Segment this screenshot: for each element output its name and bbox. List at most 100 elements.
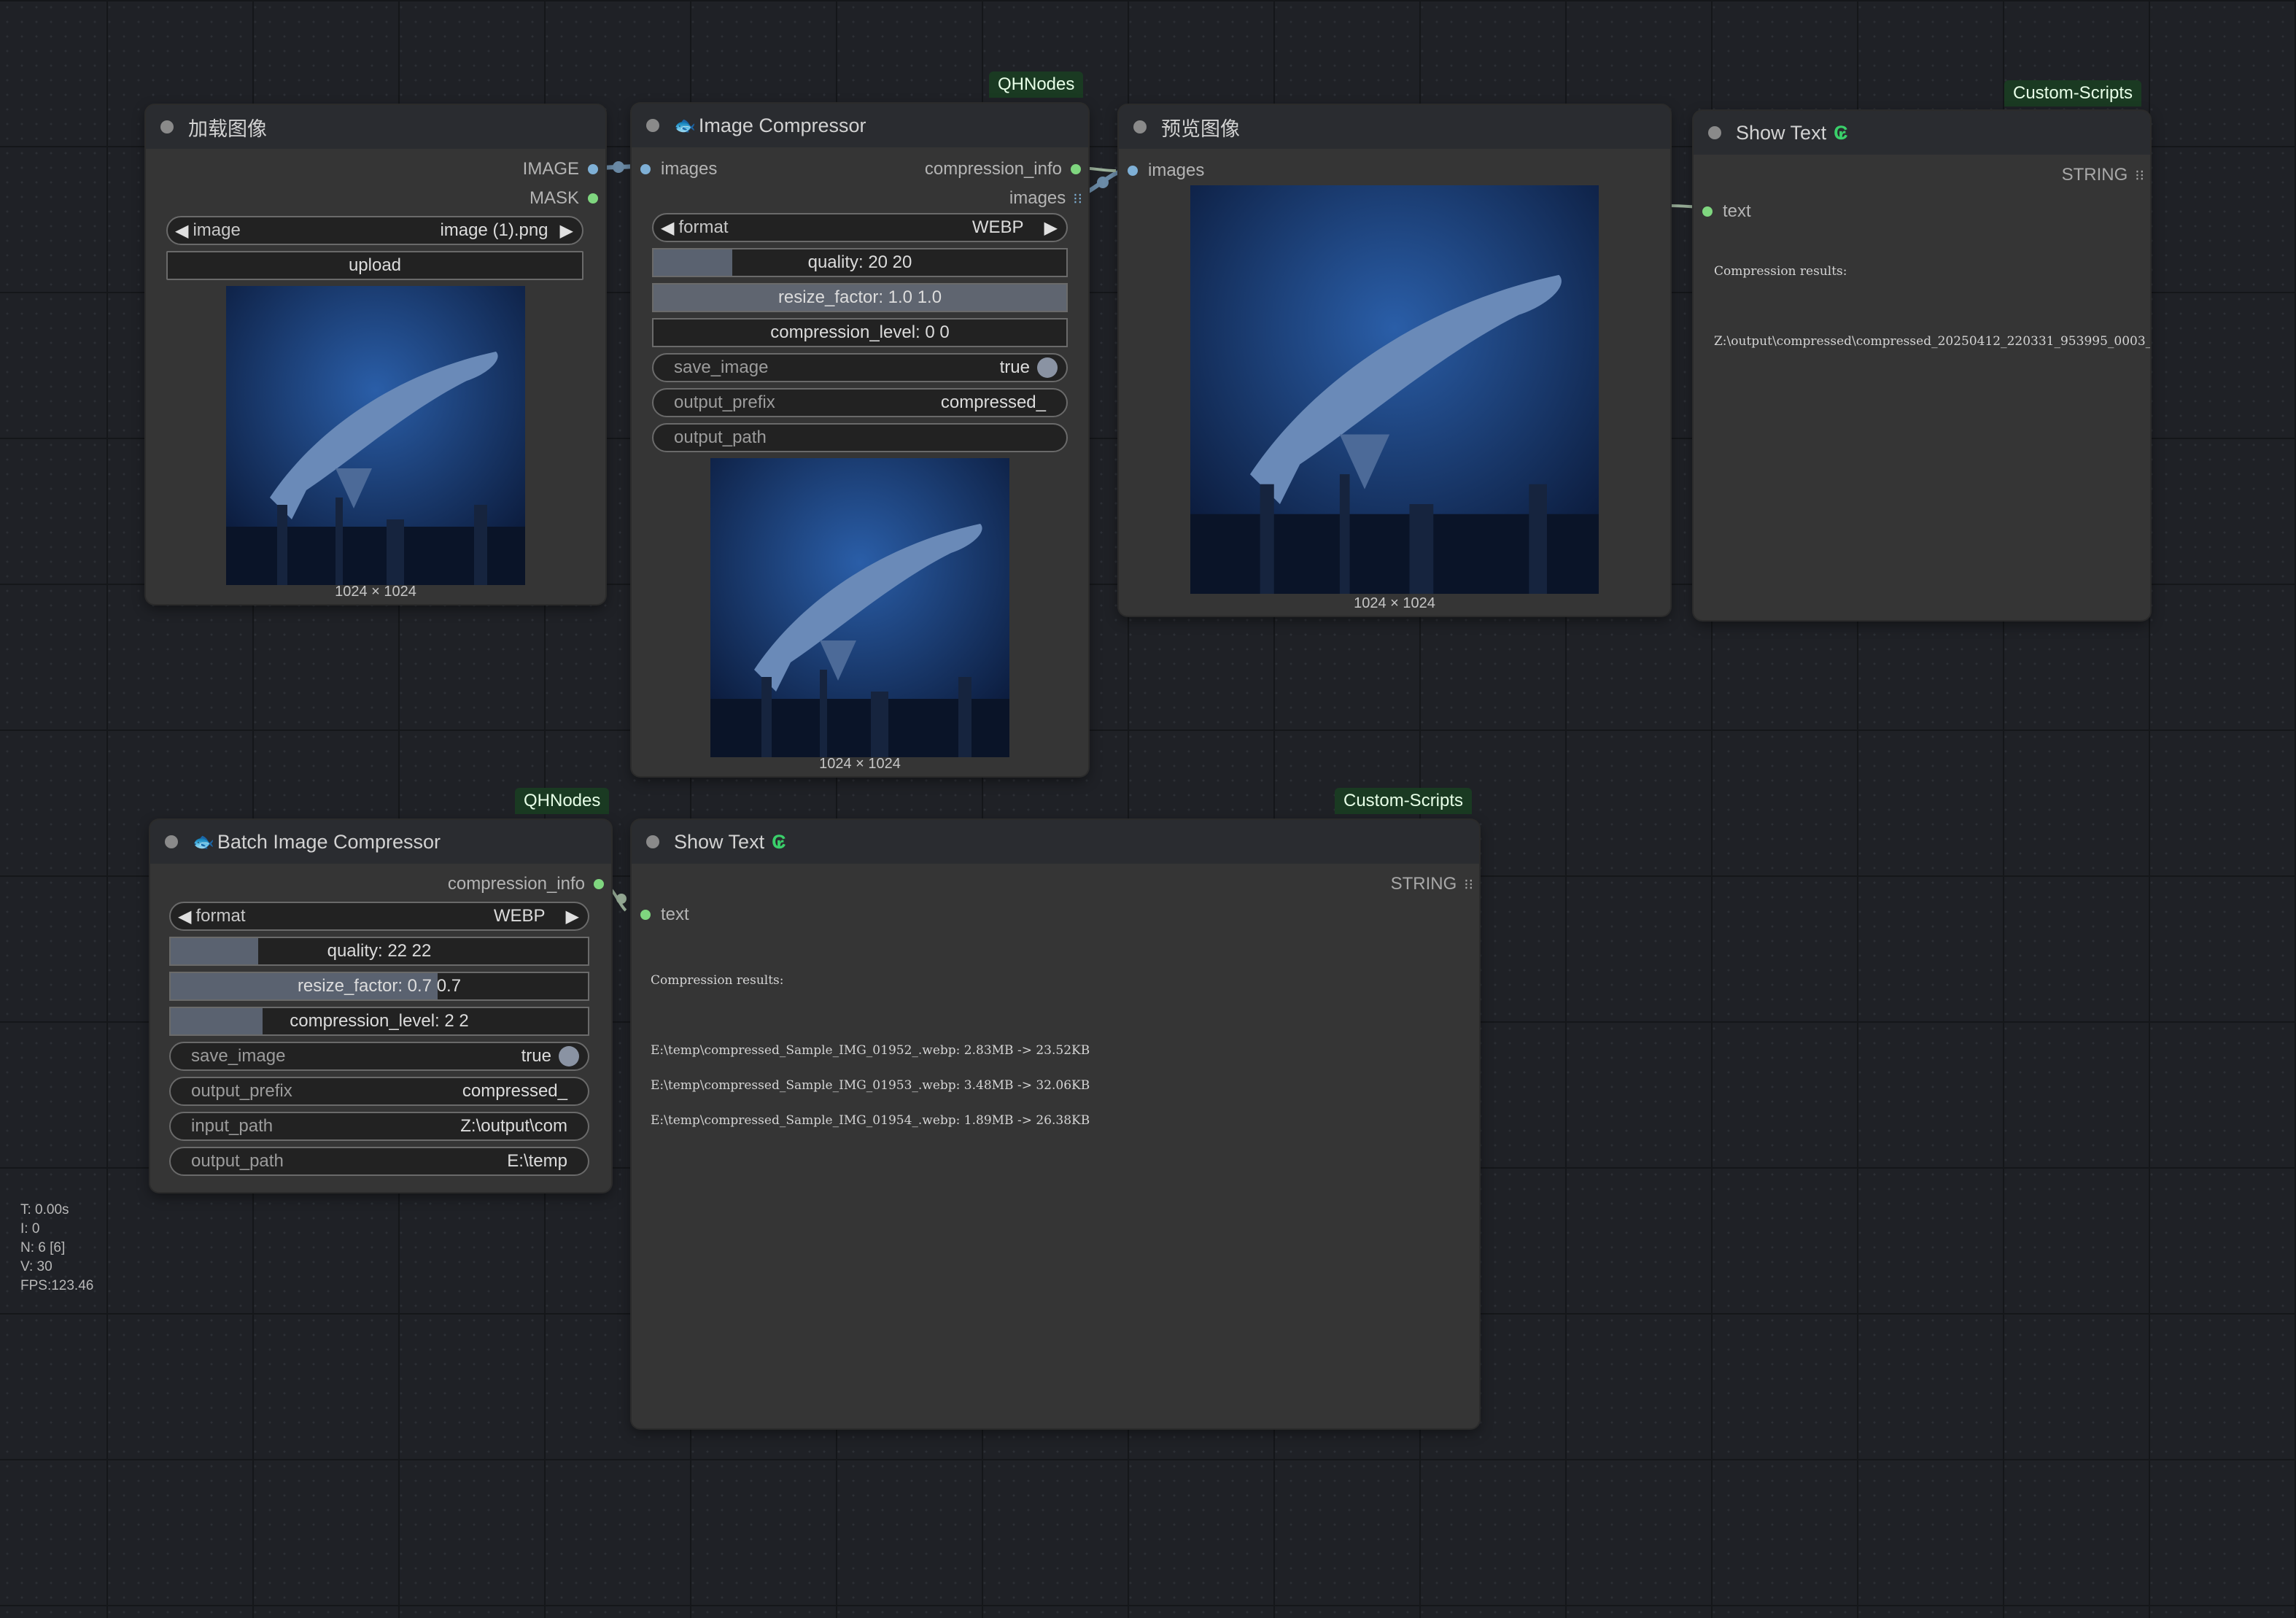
link-midpoint (613, 161, 624, 173)
input-path-field[interactable]: input_path Z:\output\com (169, 1112, 589, 1141)
format-combo[interactable]: ◀ format WEBP ▶ (169, 902, 589, 931)
whale-image-preview (226, 286, 525, 585)
output-prefix-field[interactable]: output_prefix compressed_ (652, 388, 1068, 417)
collapse-dot[interactable] (646, 835, 659, 848)
output-slot-string[interactable]: STRING ⁝⁝ (1391, 874, 1473, 894)
node-title-bar[interactable]: 加载图像 (146, 105, 605, 149)
show-text-node-2[interactable]: Show Text ₢ STRING ⁝⁝ text Compression r… (632, 820, 1479, 1428)
field-label: output_prefix (191, 1081, 292, 1101)
toggle-knob-icon[interactable] (559, 1046, 579, 1067)
stat-v: V: 30 (20, 1259, 53, 1274)
whale-image-preview (1190, 185, 1599, 594)
output-path-field[interactable]: output_path (652, 423, 1068, 452)
collapse-dot[interactable] (160, 120, 174, 133)
preview-image-node[interactable]: 预览图像 images 1024 × 1024 (1119, 105, 1670, 616)
resize-factor-slider[interactable]: resize_factor: 0.7 0.7 (169, 972, 589, 1001)
collapse-dot[interactable] (1133, 120, 1147, 133)
custom-scripts-icon: ₢ (772, 830, 786, 853)
node-body (1694, 155, 2150, 620)
image-dimensions: 1024 × 1024 (335, 584, 416, 600)
image-compressor-node[interactable]: 🐟 Image Compressor images compression_in… (632, 104, 1088, 776)
collapse-dot[interactable] (646, 119, 659, 132)
compression-level-slider[interactable]: compression_level: 2 2 (169, 1007, 589, 1036)
node-title-bar[interactable]: Show Text ₢ (1694, 111, 2150, 155)
batch-image-compressor-node[interactable]: 🐟 Batch Image Compressor compression_inf… (150, 820, 611, 1192)
toggle-value: true (521, 1046, 551, 1066)
text-output-line: E:\temp\compressed_Sample_IMG_01953_.web… (651, 1078, 1090, 1093)
arrow-right-icon[interactable]: ▶ (560, 220, 573, 241)
slot-dot-icon[interactable] (588, 164, 598, 174)
output-slot-image[interactable]: IMAGE (523, 159, 598, 179)
input-slot-images[interactable]: images (1128, 160, 1204, 181)
collapse-dot[interactable] (165, 835, 178, 848)
slot-dot-icon[interactable] (588, 193, 598, 204)
upload-button[interactable]: upload (166, 251, 583, 280)
slot-dot-icon[interactable] (640, 910, 651, 920)
node-title: Show Text (1736, 121, 1827, 144)
save-image-toggle[interactable]: save_image true (169, 1042, 589, 1071)
save-image-toggle[interactable]: save_image true (652, 353, 1068, 382)
slot-dot-icon[interactable] (1702, 206, 1713, 217)
slider-label: compression_level: 0 0 (770, 322, 950, 342)
whale-image (710, 458, 1009, 757)
slot-dot-icon[interactable] (1128, 166, 1138, 176)
arrow-left-icon[interactable]: ◀ (661, 217, 674, 239)
grid-icon[interactable]: ⁝⁝ (1073, 190, 1082, 208)
input-slot-text[interactable]: text (1702, 201, 1751, 222)
grid-icon[interactable]: ⁝⁝ (2135, 166, 2144, 185)
output-slot-compression-info[interactable]: compression_info (925, 159, 1081, 179)
slot-label: images (1148, 160, 1205, 180)
slot-label: MASK (529, 188, 579, 208)
output-slot-string[interactable]: STRING ⁝⁝ (2062, 165, 2144, 185)
arrow-left-icon[interactable]: ◀ (175, 220, 188, 241)
custom-scripts-icon: ₢ (1834, 121, 1848, 144)
output-path-field[interactable]: output_path E:\temp (169, 1147, 589, 1176)
arrow-left-icon[interactable]: ◀ (178, 906, 191, 927)
node-title-bar[interactable]: 🐟 Batch Image Compressor (150, 820, 611, 864)
toggle-label: save_image (191, 1046, 286, 1066)
slider-label: quality: 22 22 (327, 941, 432, 961)
text-output-line: E:\temp\compressed_Sample_IMG_01954_.web… (651, 1113, 1090, 1128)
combo-value: image (1).png (440, 220, 548, 240)
grid-icon[interactable]: ⁝⁝ (1464, 875, 1473, 894)
text-output-line: E:\temp\compressed_Sample_IMG_01952_.web… (651, 1043, 1090, 1058)
slot-dot-icon[interactable] (640, 164, 651, 174)
node-title: Show Text (674, 830, 765, 853)
slider-label: compression_level: 2 2 (290, 1011, 469, 1031)
load-image-node[interactable]: 加载图像 IMAGE MASK ◀ image image (1).png ▶ … (146, 105, 605, 604)
node-title-bar[interactable]: 🐟 Image Compressor (632, 104, 1088, 147)
arrow-right-icon[interactable]: ▶ (566, 906, 579, 927)
stat-i: I: 0 (20, 1221, 40, 1236)
output-slot-images[interactable]: images ⁝⁝ (1009, 188, 1082, 209)
quality-slider[interactable]: quality: 22 22 (169, 937, 589, 966)
arrow-right-icon[interactable]: ▶ (1044, 217, 1058, 239)
node-title-bar[interactable]: Show Text ₢ (632, 820, 1479, 864)
format-combo[interactable]: ◀ format WEBP ▶ (652, 213, 1068, 242)
field-value: compressed_ (462, 1081, 567, 1101)
quality-slider[interactable]: quality: 20 20 (652, 248, 1068, 277)
node-title: Batch Image Compressor (217, 830, 441, 853)
output-prefix-field[interactable]: output_prefix compressed_ (169, 1077, 589, 1106)
slot-label: text (1723, 201, 1751, 221)
input-slot-images[interactable]: images (640, 159, 717, 179)
slot-label: STRING (2061, 165, 2128, 185)
image-combo[interactable]: ◀ image image (1).png ▶ (166, 216, 583, 245)
node-title-bar[interactable]: 预览图像 (1119, 105, 1670, 149)
resize-factor-slider[interactable]: resize_factor: 1.0 1.0 (652, 283, 1068, 312)
field-label: output_path (191, 1151, 284, 1171)
input-slot-text[interactable]: text (640, 905, 689, 925)
slot-dot-icon[interactable] (1071, 164, 1081, 174)
compression-level-slider[interactable]: compression_level: 0 0 (652, 318, 1068, 347)
toggle-knob-icon[interactable] (1037, 357, 1058, 378)
text-output-line: Z:\output\compressed\compressed_20250412… (1714, 334, 2150, 349)
node-title: 加载图像 (188, 117, 267, 140)
show-text-node-1[interactable]: Show Text ₢ STRING ⁝⁝ text Compression r… (1694, 111, 2150, 620)
output-slot-compression-info[interactable]: compression_info (448, 874, 604, 894)
slider-label: quality: 20 20 (807, 252, 912, 272)
collapse-dot[interactable] (1708, 126, 1721, 139)
output-slot-mask[interactable]: MASK (530, 188, 598, 209)
combo-label: image (193, 220, 241, 240)
slot-dot-icon[interactable] (594, 879, 604, 889)
image-dimensions: 1024 × 1024 (1354, 595, 1435, 611)
link-midpoint (1097, 177, 1109, 188)
